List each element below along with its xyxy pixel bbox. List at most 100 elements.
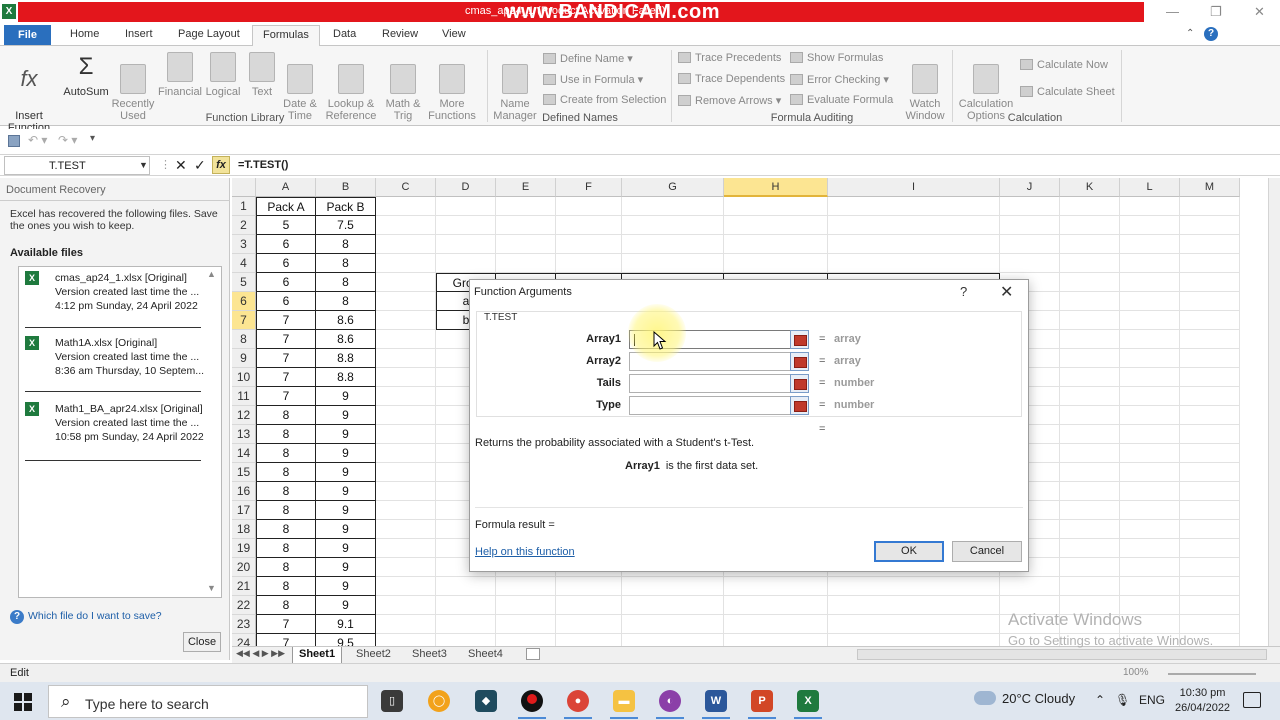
tray-expand-icon[interactable]: ⌃: [1095, 693, 1105, 707]
row-header[interactable]: 2: [232, 216, 256, 235]
cell-A7[interactable]: 7: [256, 311, 316, 330]
row-header[interactable]: 22: [232, 596, 256, 615]
cell-B15[interactable]: 9: [316, 463, 376, 482]
cell-B16[interactable]: 9: [316, 482, 376, 501]
clock[interactable]: 10:30 pm 26/04/2022: [1175, 686, 1230, 716]
cell-L2[interactable]: [1120, 216, 1180, 235]
row-header[interactable]: 9: [232, 349, 256, 368]
cell-C10[interactable]: [376, 368, 436, 387]
calculate-sheet-button[interactable]: Calculate Sheet: [1020, 86, 1115, 98]
messenger-icon[interactable]: ◐: [656, 690, 684, 719]
collapse-dialog-icon[interactable]: [790, 352, 809, 371]
cell-K1[interactable]: [1060, 197, 1120, 216]
cell-H22[interactable]: [724, 596, 828, 615]
cell-C23[interactable]: [376, 615, 436, 634]
more-functions-button[interactable]: More Functions: [424, 52, 480, 122]
sheet-tab[interactable]: Sheet1: [292, 647, 343, 663]
cell-A16[interactable]: 8: [256, 482, 316, 501]
cell-K18[interactable]: [1060, 520, 1120, 539]
cell-D21[interactable]: [436, 577, 496, 596]
cell-C8[interactable]: [376, 330, 436, 349]
cell-C18[interactable]: [376, 520, 436, 539]
trace-precedents-button[interactable]: Trace Precedents: [678, 52, 781, 64]
financial-button[interactable]: Financial: [156, 52, 204, 98]
autosum-button[interactable]: Σ AutoSum: [62, 52, 110, 98]
cell-M12[interactable]: [1180, 406, 1240, 425]
cell-K17[interactable]: [1060, 501, 1120, 520]
cell-B2[interactable]: 7.5: [316, 216, 376, 235]
cell-A24[interactable]: 7: [256, 634, 316, 646]
cell-D4[interactable]: [436, 254, 496, 273]
cell-C15[interactable]: [376, 463, 436, 482]
cell-C7[interactable]: [376, 311, 436, 330]
cell-K7[interactable]: [1060, 311, 1120, 330]
cell-I24[interactable]: [828, 634, 1000, 646]
task-view-icon[interactable]: ▯: [381, 690, 403, 712]
cell-A4[interactable]: 6: [256, 254, 316, 273]
cell-M6[interactable]: [1180, 292, 1240, 311]
cortana-icon[interactable]: ◯: [428, 690, 450, 712]
row-header[interactable]: 20: [232, 558, 256, 577]
row-header[interactable]: 13: [232, 425, 256, 444]
recovered-file[interactable]: X Math1_BA_apr24.xlsx [Original] Version…: [25, 402, 205, 444]
row-header[interactable]: 11: [232, 387, 256, 406]
cell-B8[interactable]: 8.6: [316, 330, 376, 349]
cell-A11[interactable]: 7: [256, 387, 316, 406]
row-header[interactable]: 12: [232, 406, 256, 425]
cell-B5[interactable]: 8: [316, 273, 376, 292]
cell-A9[interactable]: 7: [256, 349, 316, 368]
cell-A23[interactable]: 7: [256, 615, 316, 634]
row-header[interactable]: 18: [232, 520, 256, 539]
cell-L16[interactable]: [1120, 482, 1180, 501]
app-icon[interactable]: ◆: [475, 690, 497, 712]
cell-K12[interactable]: [1060, 406, 1120, 425]
cell-M7[interactable]: [1180, 311, 1240, 330]
cell-L12[interactable]: [1120, 406, 1180, 425]
cell-M14[interactable]: [1180, 444, 1240, 463]
cell-H23[interactable]: [724, 615, 828, 634]
show-formulas-button[interactable]: Show Formulas: [790, 52, 883, 64]
help-icon[interactable]: ?: [1204, 27, 1218, 41]
cell-A1[interactable]: Pack A: [256, 197, 316, 216]
column-header[interactable]: A: [256, 178, 316, 197]
create-from-selection-button[interactable]: Create from Selection: [543, 94, 666, 106]
cell-I1[interactable]: [828, 197, 1000, 216]
bandicam-icon[interactable]: [518, 690, 546, 719]
sheet-tab[interactable]: Sheet2: [350, 647, 397, 663]
recovered-file[interactable]: X Math1A.xlsx [Original] Version created…: [25, 336, 205, 378]
cell-D1[interactable]: [436, 197, 496, 216]
formula-input[interactable]: =T.TEST(): [238, 159, 288, 171]
sheet-nav-icon[interactable]: ◀◀ ◀ ▶ ▶▶: [236, 648, 285, 659]
column-header[interactable]: J: [1000, 178, 1060, 197]
cell-C4[interactable]: [376, 254, 436, 273]
row-header[interactable]: 24: [232, 634, 256, 646]
word-icon[interactable]: W: [702, 690, 730, 719]
cell-L17[interactable]: [1120, 501, 1180, 520]
cell-L10[interactable]: [1120, 368, 1180, 387]
cell-C2[interactable]: [376, 216, 436, 235]
tab-file[interactable]: File: [4, 25, 51, 45]
cell-H24[interactable]: [724, 634, 828, 646]
column-header[interactable]: G: [622, 178, 724, 197]
cell-L21[interactable]: [1120, 577, 1180, 596]
recently-used-button[interactable]: Recently Used: [110, 52, 156, 122]
type-input[interactable]: [629, 396, 791, 415]
cell-I4[interactable]: [828, 254, 1000, 273]
cell-D3[interactable]: [436, 235, 496, 254]
cell-M13[interactable]: [1180, 425, 1240, 444]
cell-A19[interactable]: 8: [256, 539, 316, 558]
error-checking-button[interactable]: Error Checking ▾: [790, 73, 889, 86]
scroll-up-icon[interactable]: ▲: [207, 269, 216, 279]
cell-D2[interactable]: [436, 216, 496, 235]
cell-K3[interactable]: [1060, 235, 1120, 254]
cell-M8[interactable]: [1180, 330, 1240, 349]
cell-M17[interactable]: [1180, 501, 1240, 520]
cell-K16[interactable]: [1060, 482, 1120, 501]
close-window-icon[interactable]: ✕: [1254, 4, 1265, 20]
cell-M10[interactable]: [1180, 368, 1240, 387]
cell-G22[interactable]: [622, 596, 724, 615]
powerpoint-icon[interactable]: P: [748, 690, 776, 719]
cell-M5[interactable]: [1180, 273, 1240, 292]
column-header[interactable]: I: [828, 178, 1000, 197]
cell-K9[interactable]: [1060, 349, 1120, 368]
